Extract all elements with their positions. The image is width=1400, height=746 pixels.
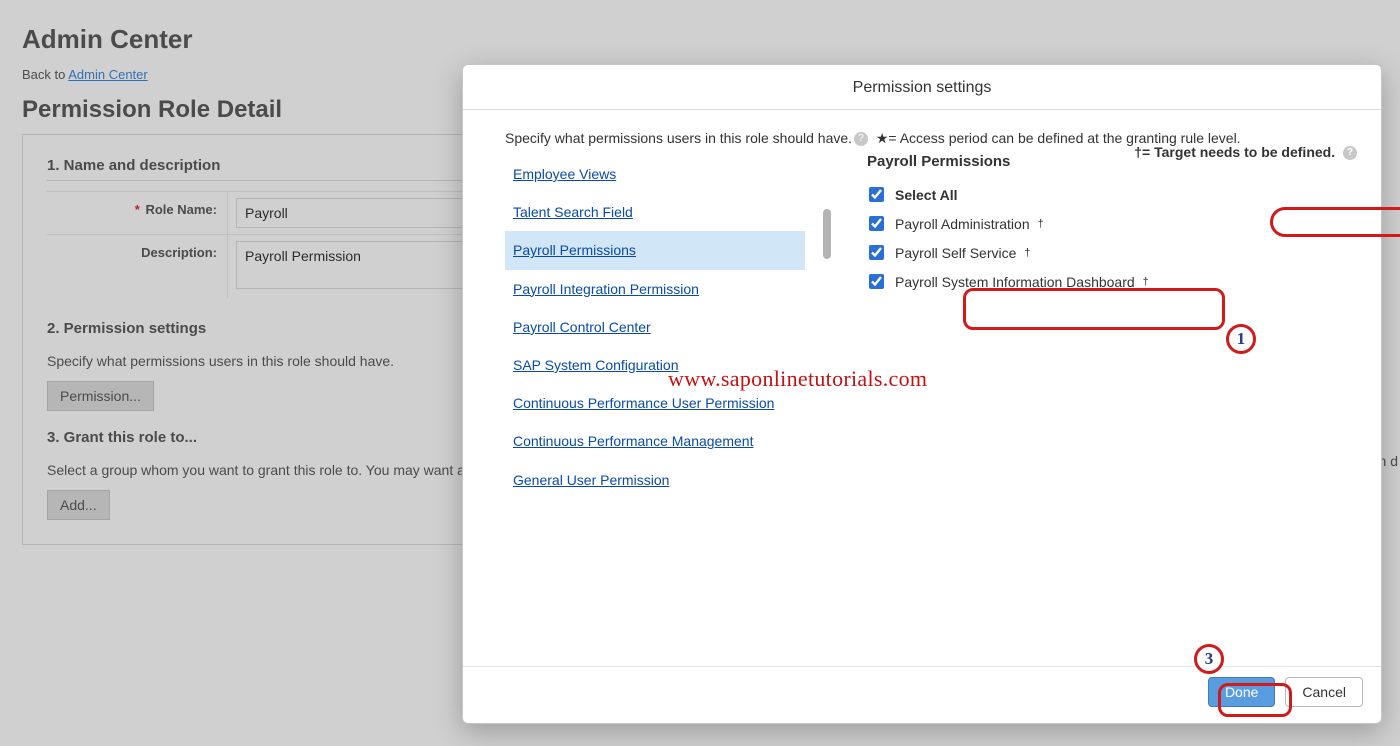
- permission-checkbox[interactable]: [869, 216, 884, 231]
- select-all-row[interactable]: Select All: [865, 180, 1351, 209]
- category-item: Talent Search Field: [505, 193, 805, 231]
- category-link[interactable]: Payroll Integration Permission: [505, 270, 805, 308]
- dagger-legend: †= Target needs to be defined. ?: [1134, 144, 1357, 160]
- category-link[interactable]: Payroll Control Center: [505, 308, 805, 346]
- dialog-title: Permission settings: [463, 65, 1381, 110]
- help-icon[interactable]: ?: [1343, 146, 1357, 160]
- dialog-footer: Done Cancel: [463, 666, 1381, 723]
- select-all-checkbox[interactable]: [869, 187, 884, 202]
- category-link[interactable]: Employee Views: [505, 155, 805, 193]
- permissions-pane: Payroll Permissions Select All Payroll A…: [805, 153, 1351, 633]
- permission-label: Payroll Administration: [895, 216, 1030, 232]
- category-link[interactable]: Continuous Performance User Permission: [505, 384, 805, 422]
- category-link[interactable]: SAP System Configuration: [505, 346, 805, 384]
- permission-row[interactable]: Payroll System Information Dashboard †: [865, 267, 1351, 296]
- permission-checkbox[interactable]: [869, 245, 884, 260]
- category-item: Payroll Permissions: [505, 231, 805, 269]
- category-item: General User Permission: [505, 461, 805, 499]
- category-item: Continuous Performance User Permission: [505, 384, 805, 422]
- dialog-intro-text: Specify what permissions users in this r…: [505, 130, 852, 146]
- dagger-icon: †: [1038, 218, 1044, 230]
- category-item: Payroll Integration Permission: [505, 270, 805, 308]
- permission-checkbox[interactable]: [869, 274, 884, 289]
- category-list: Employee ViewsTalent Search FieldPayroll…: [505, 153, 805, 633]
- help-icon[interactable]: ?: [854, 132, 868, 146]
- dagger-icon: †: [1024, 247, 1030, 259]
- cancel-button[interactable]: Cancel: [1285, 677, 1363, 707]
- category-link[interactable]: Continuous Performance Management: [505, 422, 805, 460]
- dialog-columns: Employee ViewsTalent Search FieldPayroll…: [505, 153, 1351, 633]
- dialog-body: Specify what permissions users in this r…: [463, 110, 1381, 666]
- category-item: SAP System Configuration: [505, 346, 805, 384]
- category-link[interactable]: Talent Search Field: [505, 193, 805, 231]
- permission-row[interactable]: Payroll Administration †: [865, 209, 1351, 238]
- select-all-label: Select All: [895, 187, 958, 203]
- category-item: Employee Views: [505, 155, 805, 193]
- category-link[interactable]: Payroll Permissions: [505, 231, 805, 269]
- dagger-icon: †: [1143, 276, 1149, 288]
- category-link[interactable]: General User Permission: [505, 461, 805, 499]
- category-item: Continuous Performance Management: [505, 422, 805, 460]
- done-button[interactable]: Done: [1208, 677, 1275, 707]
- category-item: Payroll Control Center: [505, 308, 805, 346]
- permission-settings-dialog: Permission settings Specify what permiss…: [462, 64, 1382, 724]
- scrollbar-thumb[interactable]: [823, 209, 831, 259]
- dagger-legend-text: †= Target needs to be defined.: [1134, 144, 1335, 160]
- permission-label: Payroll System Information Dashboard: [895, 274, 1135, 290]
- permission-row[interactable]: Payroll Self Service †: [865, 238, 1351, 267]
- permission-label: Payroll Self Service: [895, 245, 1016, 261]
